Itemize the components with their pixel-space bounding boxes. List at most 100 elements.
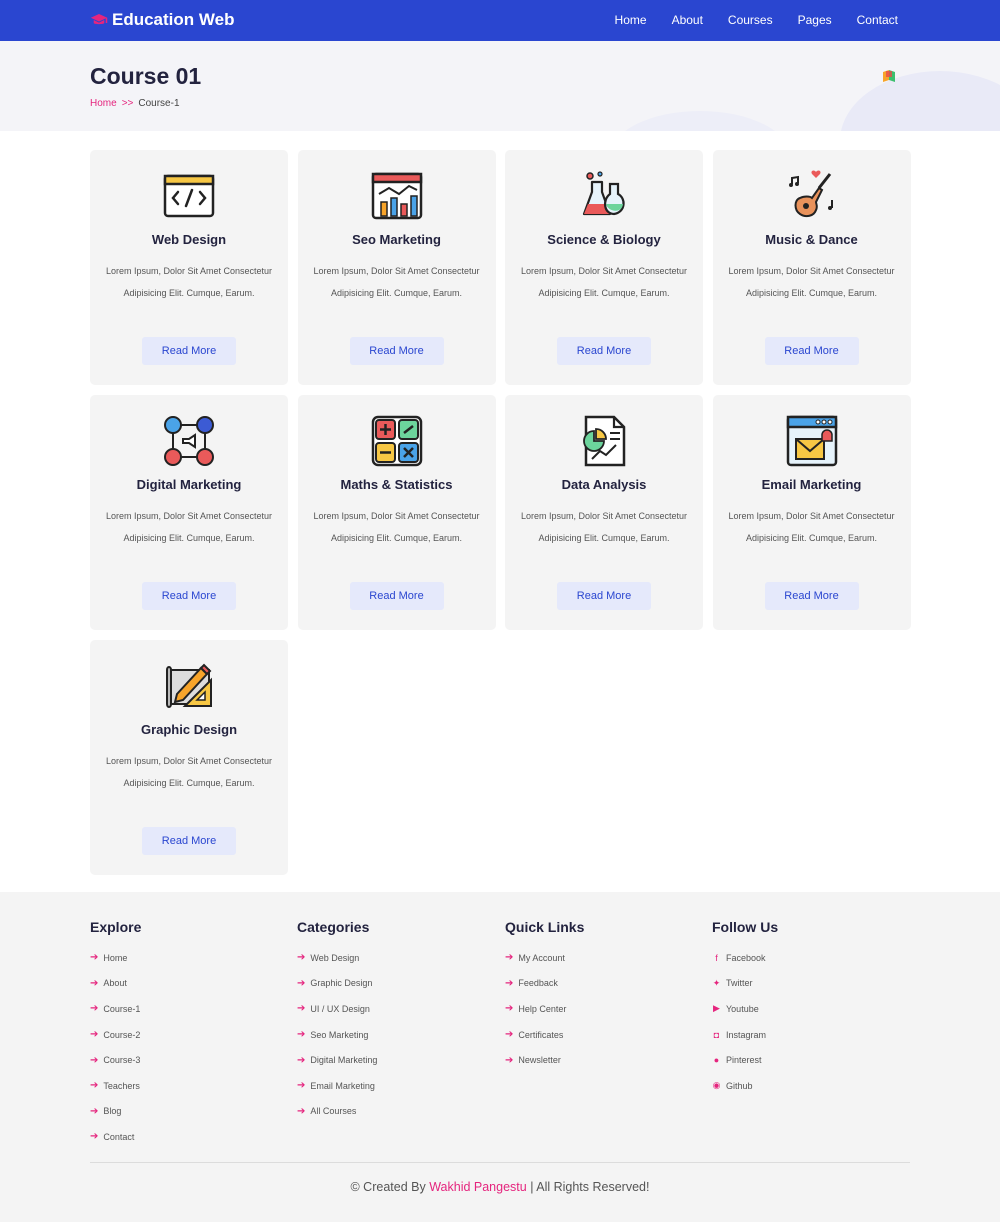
footer-heading: Categories — [297, 919, 370, 935]
guitar-icon — [788, 170, 833, 218]
footer-link-label: Teachers — [103, 1080, 140, 1091]
course-title: Graphic Design — [140, 722, 238, 737]
footer-link-label: Help Center — [518, 1003, 567, 1014]
social-link-label: Facebook — [726, 952, 766, 963]
footer-link-newsletter[interactable]: ➔ Newsletter — [505, 1047, 705, 1073]
arrow-right-icon: ➔ — [297, 1003, 306, 1015]
footer-link-digital-marketing[interactable]: ➔ Digital Marketing — [297, 1047, 497, 1073]
arrow-right-icon: ➔ — [90, 1105, 99, 1117]
footer-link-help-center[interactable]: ➔ Help Center — [505, 996, 705, 1022]
breadcrumb-current: Course-1 — [138, 98, 180, 109]
nav-menu: Home About Courses Pages Contact — [615, 13, 898, 27]
footer-heading: Follow Us — [712, 919, 779, 935]
brand-name: Education Web — [112, 10, 235, 29]
footer-link-course-3[interactable]: ➔ Course-3 — [90, 1047, 290, 1073]
social-link-twitter[interactable]: ✦ Twitter — [712, 971, 912, 997]
breadcrumb-separator: >> — [121, 98, 134, 109]
arrow-right-icon: ➔ — [297, 952, 306, 964]
header-wave-decoration — [840, 71, 1000, 131]
footer-link-label: About — [103, 978, 127, 989]
calculator-icon — [371, 415, 422, 467]
read-more-button[interactable]: Read More — [764, 337, 859, 365]
nav-link-courses[interactable]: Courses — [728, 13, 773, 27]
footer-link-about[interactable]: ➔ About — [90, 971, 290, 997]
arrow-right-icon: ➔ — [90, 977, 99, 989]
footer-link-graphic-design[interactable]: ➔ Graphic Design — [297, 971, 497, 997]
footer-link-my-account[interactable]: ➔ My Account — [505, 945, 705, 971]
footer-link-certificates[interactable]: ➔ Certificates — [505, 1022, 705, 1048]
arrow-right-icon: ➔ — [505, 977, 514, 989]
footer-link-teachers[interactable]: ➔ Teachers — [90, 1073, 290, 1099]
footer-link-ui-ux-design[interactable]: ➔ UI / UX Design — [297, 996, 497, 1022]
footer-link-contact[interactable]: ➔ Contact — [90, 1124, 290, 1150]
footer-link-feedback[interactable]: ➔ Feedback — [505, 971, 705, 997]
footer-link-home[interactable]: ➔ Home — [90, 945, 290, 971]
footer-link-label: Graphic Design — [310, 978, 373, 989]
arrow-right-icon: ➔ — [505, 952, 514, 964]
read-more-button[interactable]: Read More — [142, 582, 236, 610]
footer-link-course-1[interactable]: ➔ Course-1 — [90, 996, 290, 1022]
course-title: Digital Marketing — [136, 477, 242, 492]
github-icon: ◉ — [712, 1080, 721, 1091]
social-link-label: Instagram — [726, 1029, 767, 1040]
nav-link-about[interactable]: About — [672, 13, 703, 27]
breadcrumb-home-link[interactable]: Home — [90, 98, 117, 109]
arrow-right-icon: ➔ — [90, 1029, 99, 1041]
pinterest-icon: ● — [713, 1055, 720, 1066]
footer-link-label: Email Marketing — [310, 1080, 375, 1091]
nav-link-pages[interactable]: Pages — [798, 13, 832, 27]
footer-link-blog[interactable]: ➔ Blog — [90, 1099, 290, 1125]
course-description: Lorem Ipsum, Dolor Sit Amet Consectetur … — [105, 756, 273, 788]
footer-credit: © Created By Wakhid Pangestu | All Right… — [0, 1180, 1000, 1194]
footer-link-label: Newsletter — [518, 1055, 561, 1066]
footer-link-course-2[interactable]: ➔ Course-2 — [90, 1022, 290, 1048]
read-more-button[interactable]: Read More — [349, 337, 444, 365]
arrow-right-icon: ➔ — [297, 1080, 306, 1092]
facebook-icon: f — [715, 952, 718, 963]
read-more-button[interactable]: Read More — [142, 337, 236, 365]
arrow-right-icon: ➔ — [90, 1003, 99, 1015]
footer-link-label: Web Design — [310, 952, 360, 963]
course-description: Lorem Ipsum, Dolor Sit Amet Consectetur … — [105, 511, 273, 543]
course-card: Digital Marketing Lorem Ipsum, Dolor Sit… — [90, 395, 288, 630]
read-more-button[interactable]: Read More — [557, 582, 651, 610]
footer-link-label: Digital Marketing — [310, 1055, 378, 1066]
credit-author-link[interactable]: Wakhid Pangestu — [429, 1180, 527, 1194]
header-wave-decoration — [610, 111, 790, 131]
footer-link-email-marketing[interactable]: ➔ Email Marketing — [297, 1073, 497, 1099]
arrow-right-icon: ➔ — [90, 1080, 99, 1092]
arrow-right-icon: ➔ — [297, 977, 306, 989]
social-link-instagram[interactable]: ◘ Instagram — [712, 1022, 912, 1048]
youtube-icon: ▶ — [713, 1003, 720, 1014]
read-more-button[interactable]: Read More — [764, 582, 859, 610]
twitter-icon: ✦ — [712, 977, 721, 988]
arrow-right-icon: ➔ — [505, 1029, 514, 1041]
color-cube-icon — [883, 70, 895, 82]
course-title: Music & Dance — [765, 232, 858, 247]
footer: Explore ➔ Home ➔ About ➔ Course-1 ➔ Course-2… — [0, 892, 1000, 1222]
social-link-facebook[interactable]: f Facebook — [712, 945, 912, 971]
course-title: Seo Marketing — [352, 232, 441, 247]
social-link-pinterest[interactable]: ● Pinterest — [712, 1047, 912, 1073]
read-more-button[interactable]: Read More — [557, 337, 651, 365]
footer-link-web-design[interactable]: ➔ Web Design — [297, 945, 497, 971]
report-chart-icon — [583, 415, 626, 467]
course-title: Email Marketing — [761, 477, 862, 492]
nav-link-contact[interactable]: Contact — [857, 13, 898, 27]
read-more-button[interactable]: Read More — [349, 582, 444, 610]
footer-link-seo-marketing[interactable]: ➔ Seo Marketing — [297, 1022, 497, 1048]
course-card: Web Design Lorem Ipsum, Dolor Sit Amet C… — [90, 150, 288, 385]
social-link-github[interactable]: ◉ Github — [712, 1073, 912, 1099]
arrow-right-icon: ➔ — [297, 1029, 306, 1041]
footer-explore: Explore ➔ Home ➔ About ➔ Course-1 ➔ Course-2… — [90, 919, 290, 1150]
brand-logo[interactable]: Education Web — [90, 10, 234, 30]
read-more-button[interactable]: Read More — [142, 827, 236, 855]
footer-heading: Quick Links — [505, 919, 585, 935]
social-link-youtube[interactable]: ▶ Youtube — [712, 996, 912, 1022]
nav-link-home[interactable]: Home — [615, 13, 647, 27]
course-description: Lorem Ipsum, Dolor Sit Amet Consectetur … — [520, 511, 688, 543]
course-description: Lorem Ipsum, Dolor Sit Amet Consectetur … — [105, 266, 273, 298]
course-card: Data Analysis Lorem Ipsum, Dolor Sit Ame… — [505, 395, 703, 630]
course-description: Lorem Ipsum, Dolor Sit Amet Consectetur … — [520, 266, 688, 298]
footer-link-all-courses[interactable]: ➔ All Courses — [297, 1099, 497, 1125]
